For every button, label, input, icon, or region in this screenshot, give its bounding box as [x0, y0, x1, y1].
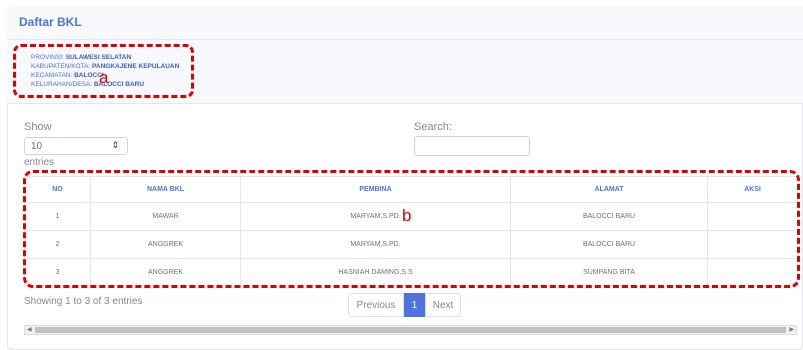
select-arrows-icon: ⇕	[111, 140, 119, 150]
cell-pembina: HASNIAH DAMING,S.S	[240, 258, 511, 287]
cell-no: 1	[24, 202, 91, 231]
cell-nama-bkl: MAWAR	[90, 202, 241, 231]
header-alamat[interactable]: ALAMAT	[510, 176, 708, 203]
page-size-select[interactable]: 10 ⇕	[24, 137, 128, 155]
cell-alamat: SUMPANG BITA	[510, 258, 708, 287]
annotation-label-b: b	[402, 206, 412, 225]
card-header: Daftar BKL	[7, 6, 803, 40]
cell-aksi	[707, 230, 798, 259]
showing-entries-text: Showing 1 to 3 of 3 entries	[24, 296, 143, 307]
cell-aksi	[707, 258, 798, 287]
cell-no: 3	[24, 258, 91, 287]
table-header-row: NO NAMA BKL PEMBINA ALAMAT AKSI	[24, 176, 798, 203]
bkl-table: NO NAMA BKL PEMBINA ALAMAT AKSI 1 MAWAR …	[24, 176, 798, 287]
table-row: 3 ANGGREK HASNIAH DAMING,S.S SUMPANG BIT…	[24, 258, 798, 287]
cell-pembina: MARYAM,S.PD.	[240, 230, 511, 259]
header-pembina[interactable]: PEMBINA	[240, 176, 511, 203]
next-button[interactable]: Next	[425, 293, 461, 317]
page-1-button[interactable]: 1	[404, 293, 425, 317]
cell-nama-bkl: ANGGREK	[90, 230, 241, 259]
header-nama-bkl[interactable]: NAMA BKL	[90, 176, 241, 203]
entries-label: entries	[24, 157, 55, 168]
card-title: Daftar BKL	[19, 15, 82, 29]
cell-alamat: BALOCCI BARU	[510, 202, 708, 231]
cell-no: 2	[24, 230, 91, 259]
search-label: Search:	[414, 121, 452, 133]
annotation-label-a: a	[99, 68, 109, 87]
cell-nama-bkl: ANGGREK	[90, 258, 241, 287]
header-aksi[interactable]: AKSI	[707, 176, 798, 203]
scroll-right-icon[interactable]: ▶	[789, 326, 794, 334]
previous-button[interactable]: Previous	[348, 293, 404, 317]
scrollbar-thumb[interactable]	[35, 327, 786, 333]
horizontal-scrollbar[interactable]: ◀ ▶	[24, 325, 797, 335]
search-input[interactable]	[414, 136, 530, 156]
header-no[interactable]: NO	[24, 176, 91, 203]
table-row: 2 ANGGREK MARYAM,S.PD. BALOCCI BARU	[24, 230, 798, 259]
cell-alamat: BALOCCI BARU	[510, 230, 708, 259]
cell-pembina: MARYAM,S.PD.	[240, 202, 511, 231]
cell-aksi	[707, 202, 798, 231]
page-size-value: 10	[31, 141, 43, 152]
scroll-left-icon[interactable]: ◀	[27, 326, 32, 334]
pagination: Previous 1 Next	[348, 293, 461, 317]
show-label: Show	[24, 121, 52, 133]
